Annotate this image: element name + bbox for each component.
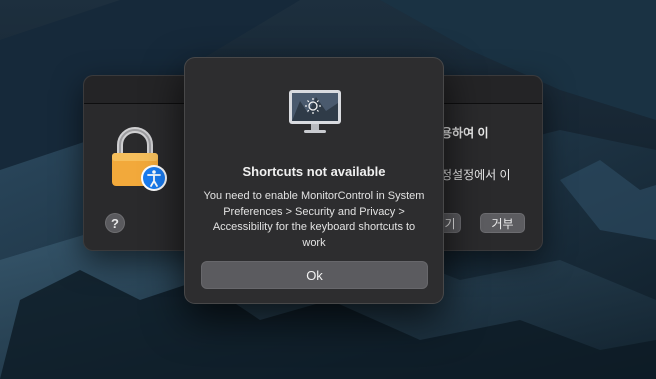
shortcuts-alert: Shortcuts not available You need to enab…: [184, 57, 444, 304]
accessibility-icon: [141, 165, 167, 191]
lock-icon: [112, 127, 167, 191]
help-icon: ?: [111, 216, 119, 231]
dialog-text-line-2: 정설정에서 이: [441, 168, 511, 182]
dialog-text-line-1: 용하여 이: [441, 126, 489, 140]
ok-button[interactable]: Ok: [201, 261, 428, 289]
alert-title: Shortcuts not available: [242, 164, 386, 179]
help-button[interactable]: ?: [105, 213, 125, 233]
alert-message: You need to enable MonitorControl in Sys…: [203, 190, 425, 249]
deny-button[interactable]: 거부: [480, 213, 525, 233]
monitor-brightness-icon: [289, 90, 341, 133]
